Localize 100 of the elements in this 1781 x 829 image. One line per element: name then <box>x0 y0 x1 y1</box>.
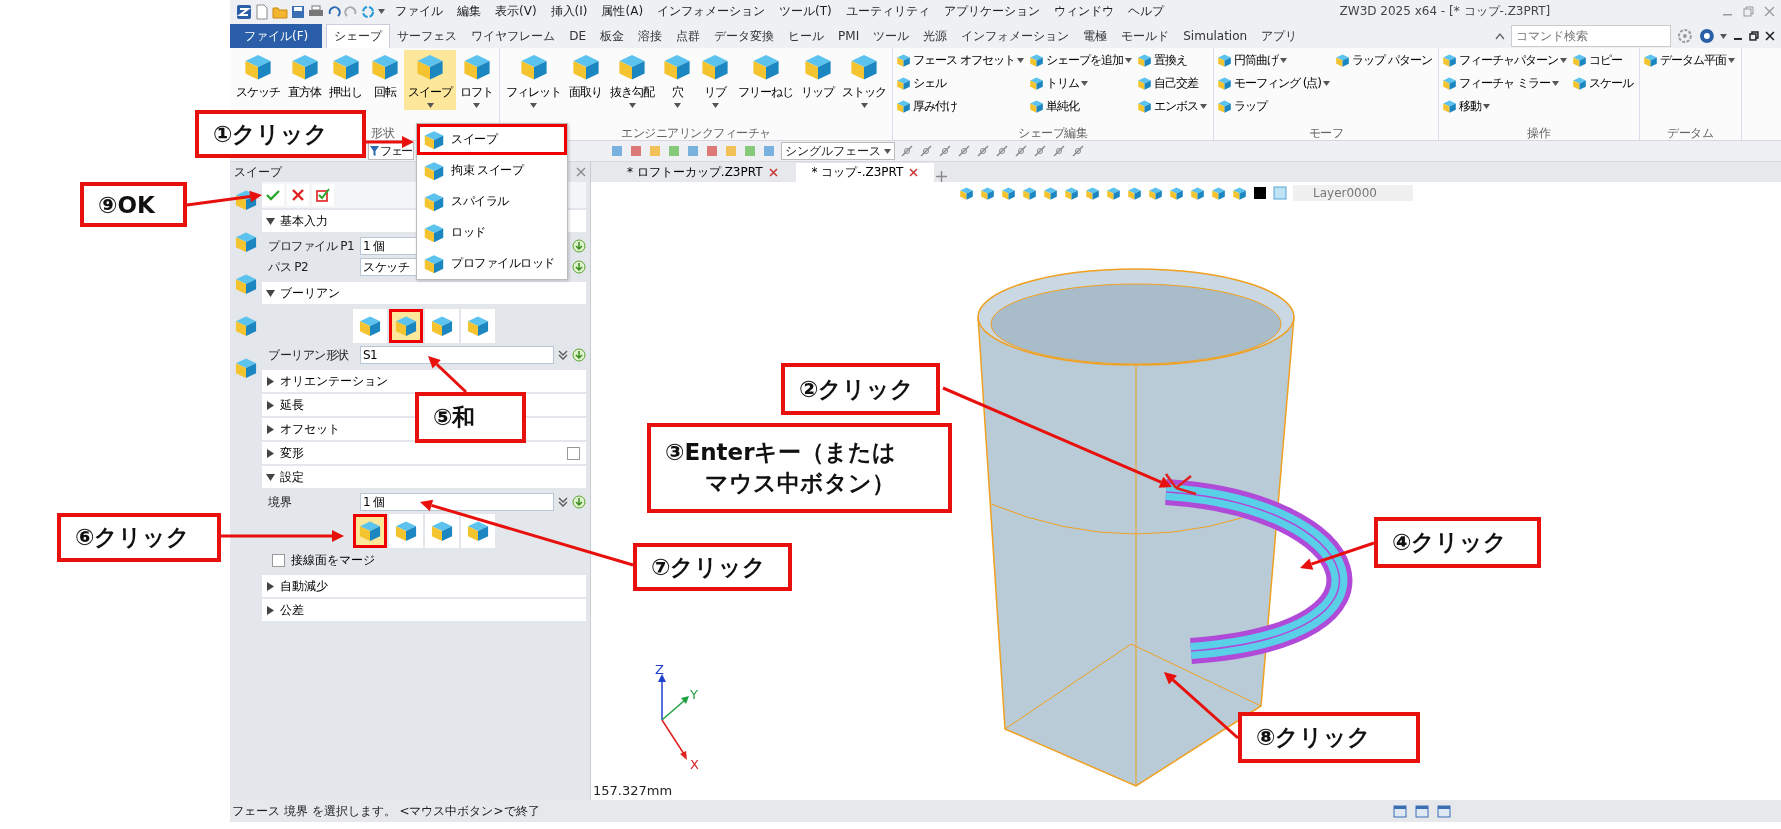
checkbox[interactable]: 接線面をマージ <box>262 551 586 569</box>
ribbon-tab[interactable]: サーフェス <box>390 24 465 48</box>
menu-item[interactable]: ロッド <box>417 217 567 248</box>
toolbar-icon[interactable] <box>1051 144 1066 158</box>
option-button[interactable] <box>461 514 495 548</box>
ribbon-tab[interactable]: 点群 <box>669 24 708 48</box>
ribbon-button[interactable]: ストック <box>838 50 890 110</box>
download-icon[interactable] <box>572 260 586 274</box>
ribbon-button[interactable]: 直方体 <box>284 50 325 110</box>
toolbar-icon[interactable] <box>956 144 971 158</box>
menu-item[interactable]: 表示(V) <box>491 3 541 20</box>
download-icon[interactable] <box>572 495 586 509</box>
toolbar-icon[interactable] <box>918 144 933 158</box>
ribbon-button[interactable]: ロフト <box>456 50 497 110</box>
ribbon-button[interactable]: 自己交差 <box>1135 73 1208 94</box>
toolbar-icon[interactable] <box>975 144 990 158</box>
toolbar-icon[interactable] <box>1032 144 1047 158</box>
option-button[interactable] <box>425 514 459 548</box>
menu-item[interactable]: ヘルプ <box>1123 3 1168 20</box>
ribbon-button[interactable]: フィーチャパターン <box>1440 50 1568 71</box>
document-tab[interactable]: * コップ-.Z3PRT <box>795 163 935 182</box>
ribbon-tab[interactable]: インフォメーション <box>954 24 1077 48</box>
window-icon[interactable] <box>1393 804 1407 818</box>
toolbar-icon[interactable] <box>704 144 719 158</box>
ok-button[interactable] <box>262 184 284 206</box>
logo-icon[interactable] <box>236 3 252 20</box>
menu-item[interactable]: スイープ <box>417 124 567 155</box>
ribbon-button[interactable]: ラップ パターン <box>1334 50 1433 71</box>
double-chevron-icon[interactable] <box>558 497 568 507</box>
option-button[interactable] <box>353 514 387 548</box>
ribbon-button[interactable]: フィーチャ ミラー <box>1440 73 1568 94</box>
input-field[interactable]: S1 <box>360 346 554 364</box>
ribbon-button[interactable]: 移動 <box>1440 96 1568 117</box>
menu-item[interactable]: スパイラル <box>417 186 567 217</box>
menu-item[interactable]: 属性(A) <box>597 3 648 20</box>
save-icon[interactable] <box>291 4 305 19</box>
ribbon-button[interactable]: 円筒曲げ <box>1215 50 1331 71</box>
ribbon-button[interactable]: シェル <box>895 73 1025 94</box>
command-search-field[interactable]: コマンド検索 <box>1510 25 1671 47</box>
ribbon-button[interactable]: フリーねじ <box>734 50 797 110</box>
menu-item[interactable]: インフォメーション <box>653 3 770 20</box>
settings-icon[interactable] <box>1676 28 1693 44</box>
ribbon-tab[interactable]: 溶接 <box>631 24 670 48</box>
section-header[interactable]: 延長 <box>262 394 308 416</box>
option-button[interactable] <box>461 309 495 343</box>
pick-mode-dropdown[interactable]: シングルフェース <box>780 142 895 160</box>
folder-icon[interactable] <box>272 4 288 19</box>
toolbar-icon[interactable] <box>609 144 624 158</box>
ribbon-tab[interactable]: 板金 <box>593 24 632 48</box>
option-button[interactable] <box>425 309 459 343</box>
ribbon-tab[interactable]: Simulation <box>1176 24 1255 48</box>
ribbon-button[interactable]: モーフィング (点) <box>1215 73 1331 94</box>
menu-item[interactable]: 拘束 スイープ <box>417 155 567 186</box>
ribbon-button[interactable]: フェース オフセット <box>895 50 1025 71</box>
ribbon-button[interactable]: フィレット <box>502 50 565 110</box>
menu-item[interactable]: ファイル <box>391 3 447 20</box>
option-button[interactable] <box>389 514 423 548</box>
menu-item[interactable]: ユーティリティ <box>841 3 934 20</box>
menu-item[interactable]: 挿入(I) <box>546 3 592 20</box>
ribbon-button[interactable]: スケッチ <box>232 50 284 110</box>
ribbon-button[interactable]: シェープを追加 <box>1027 50 1133 71</box>
ribbon-tab[interactable]: 電極 <box>1076 24 1115 48</box>
ribbon-button[interactable]: ラップ <box>1215 96 1331 117</box>
ribbon-tab[interactable]: アプリ <box>1254 24 1305 48</box>
ribbon-tab[interactable]: PMI <box>831 24 867 48</box>
ribbon-tab[interactable]: モールド <box>1114 24 1177 48</box>
toolbar-icon[interactable] <box>742 144 757 158</box>
ribbon-button[interactable]: 穴 <box>658 50 696 110</box>
color-swatch-icon[interactable] <box>1273 186 1287 200</box>
toolbar-icon[interactable] <box>994 144 1009 158</box>
ribbon-tab[interactable]: データ変換 <box>707 24 782 48</box>
section-header[interactable]: 変形 <box>262 442 308 464</box>
menu-item[interactable]: ウィンドウ <box>1049 3 1118 20</box>
menu-item[interactable]: ツール(T) <box>775 3 836 20</box>
ribbon-button[interactable]: 単純化 <box>1027 96 1133 117</box>
option-button[interactable] <box>353 309 387 343</box>
ribbon-button[interactable]: リップ <box>797 50 838 110</box>
toolbar-icon[interactable] <box>628 144 643 158</box>
toolbar-icon[interactable] <box>937 144 952 158</box>
ribbon-button[interactable]: トリム <box>1027 73 1133 94</box>
ribbon-button[interactable]: 厚み付け <box>895 96 1025 117</box>
cancel-button[interactable] <box>287 184 309 206</box>
chevron-up-icon[interactable] <box>1495 32 1505 40</box>
ribbon-button[interactable]: スケール <box>1570 73 1634 94</box>
restore-icon[interactable] <box>1749 31 1760 41</box>
window-icon[interactable] <box>1437 804 1451 818</box>
ribbon-tab[interactable]: ワイヤフレーム <box>464 24 563 48</box>
ribbon-button[interactable]: 抜き勾配 <box>606 50 658 110</box>
section-header[interactable]: 設定 <box>262 466 308 488</box>
menu-item[interactable]: プロファイルロッド <box>417 248 567 279</box>
ribbon-button[interactable]: 回転 <box>366 50 404 110</box>
ribbon-button[interactable]: 押出し <box>325 50 366 110</box>
ribbon-button[interactable]: 置換え <box>1135 50 1208 71</box>
ribbon-tab[interactable]: ヒール <box>781 24 832 48</box>
toolbar-icon[interactable] <box>1013 144 1028 158</box>
add-icon[interactable] <box>936 171 948 182</box>
color-swatch-icon[interactable] <box>1253 186 1267 200</box>
ribbon-button[interactable]: データム平面 <box>1641 50 1736 71</box>
toolbar-icon[interactable] <box>899 144 914 158</box>
ribbon-button[interactable]: コピー <box>1570 50 1634 71</box>
